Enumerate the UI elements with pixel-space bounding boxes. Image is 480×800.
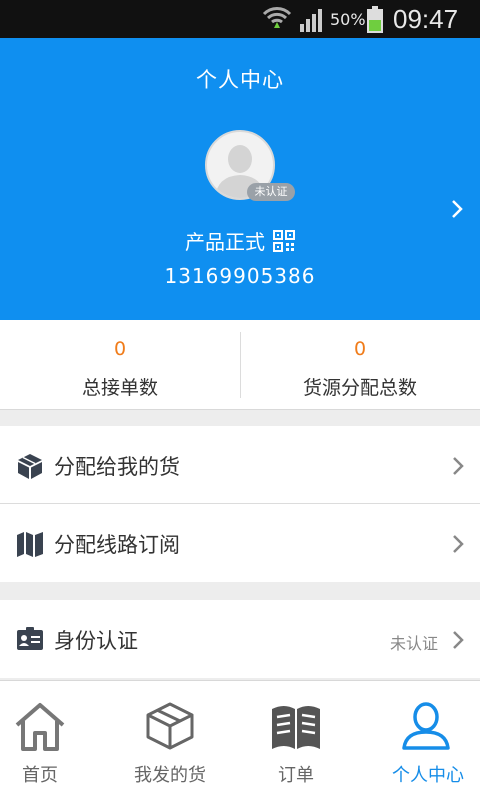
menu-group-cargo: 分配给我的货 分配线路订阅 [0,426,480,582]
nav-label: 个人中心 [392,765,464,786]
stat-total-orders[interactable]: 0 总接单数 [0,320,240,410]
nav-home[interactable]: 首页 [0,681,80,800]
nav-orders[interactable]: 订单 [256,681,336,800]
menu-item-route-subscription[interactable]: 分配线路订阅 [0,504,480,582]
chevron-right-icon[interactable] [450,198,464,220]
nav-profile[interactable]: 个人中心 [380,681,476,800]
status-bar: 50% 09:47 [0,0,480,38]
user-phone: 13169905386 [164,264,316,288]
chevron-right-icon [453,535,464,553]
stat-value: 0 [353,338,367,360]
page-title: 个人中心 [196,68,284,92]
user-name-row: 产品正式 [0,226,480,255]
cert-badge: 未认证 [247,183,295,201]
map-icon [17,532,43,557]
nav-label: 我发的货 [134,765,206,786]
nav-label: 订单 [278,765,314,786]
chevron-right-icon [453,631,464,649]
menu-label: 身份认证 [54,629,138,653]
nav-my-cargo[interactable]: 我发的货 [115,681,225,800]
menu-item-assigned-cargo[interactable]: 分配给我的货 [0,426,480,504]
cube-icon [18,454,42,479]
menu-label: 分配给我的货 [54,455,180,479]
identity-status: 未认证 [389,634,438,653]
menu-label: 分配线路订阅 [54,533,180,557]
book-icon [272,706,320,749]
user-icon [402,702,450,750]
menu-group-identity: 身份认证 未认证 [0,600,480,678]
battery-icon [367,6,383,33]
user-name: 产品正式 [185,230,265,254]
box-icon [146,702,194,750]
stat-label: 总接单数 [81,377,158,399]
stats-panel: 0 总接单数 0 货源分配总数 [0,320,480,410]
stat-total-allocations[interactable]: 0 货源分配总数 [240,320,480,410]
qr-code-icon[interactable] [273,230,295,252]
nav-label: 首页 [22,765,58,786]
menu-item-identity[interactable]: 身份认证 未认证 [0,600,480,678]
wifi-icon [262,7,292,28]
chevron-right-icon [453,457,464,475]
bottom-nav: 首页 我发的货 订单 个人中心 [0,680,480,800]
signal-icon [300,9,322,32]
id-card-icon [17,627,43,650]
profile-header[interactable]: 个人中心 未认证 产品正式 13169905386 [0,38,480,320]
home-icon [15,703,65,751]
stat-value: 0 [113,338,127,360]
clock: 09:47 [393,4,459,34]
stat-label: 货源分配总数 [302,377,417,399]
battery-percent: 50% [330,10,366,29]
